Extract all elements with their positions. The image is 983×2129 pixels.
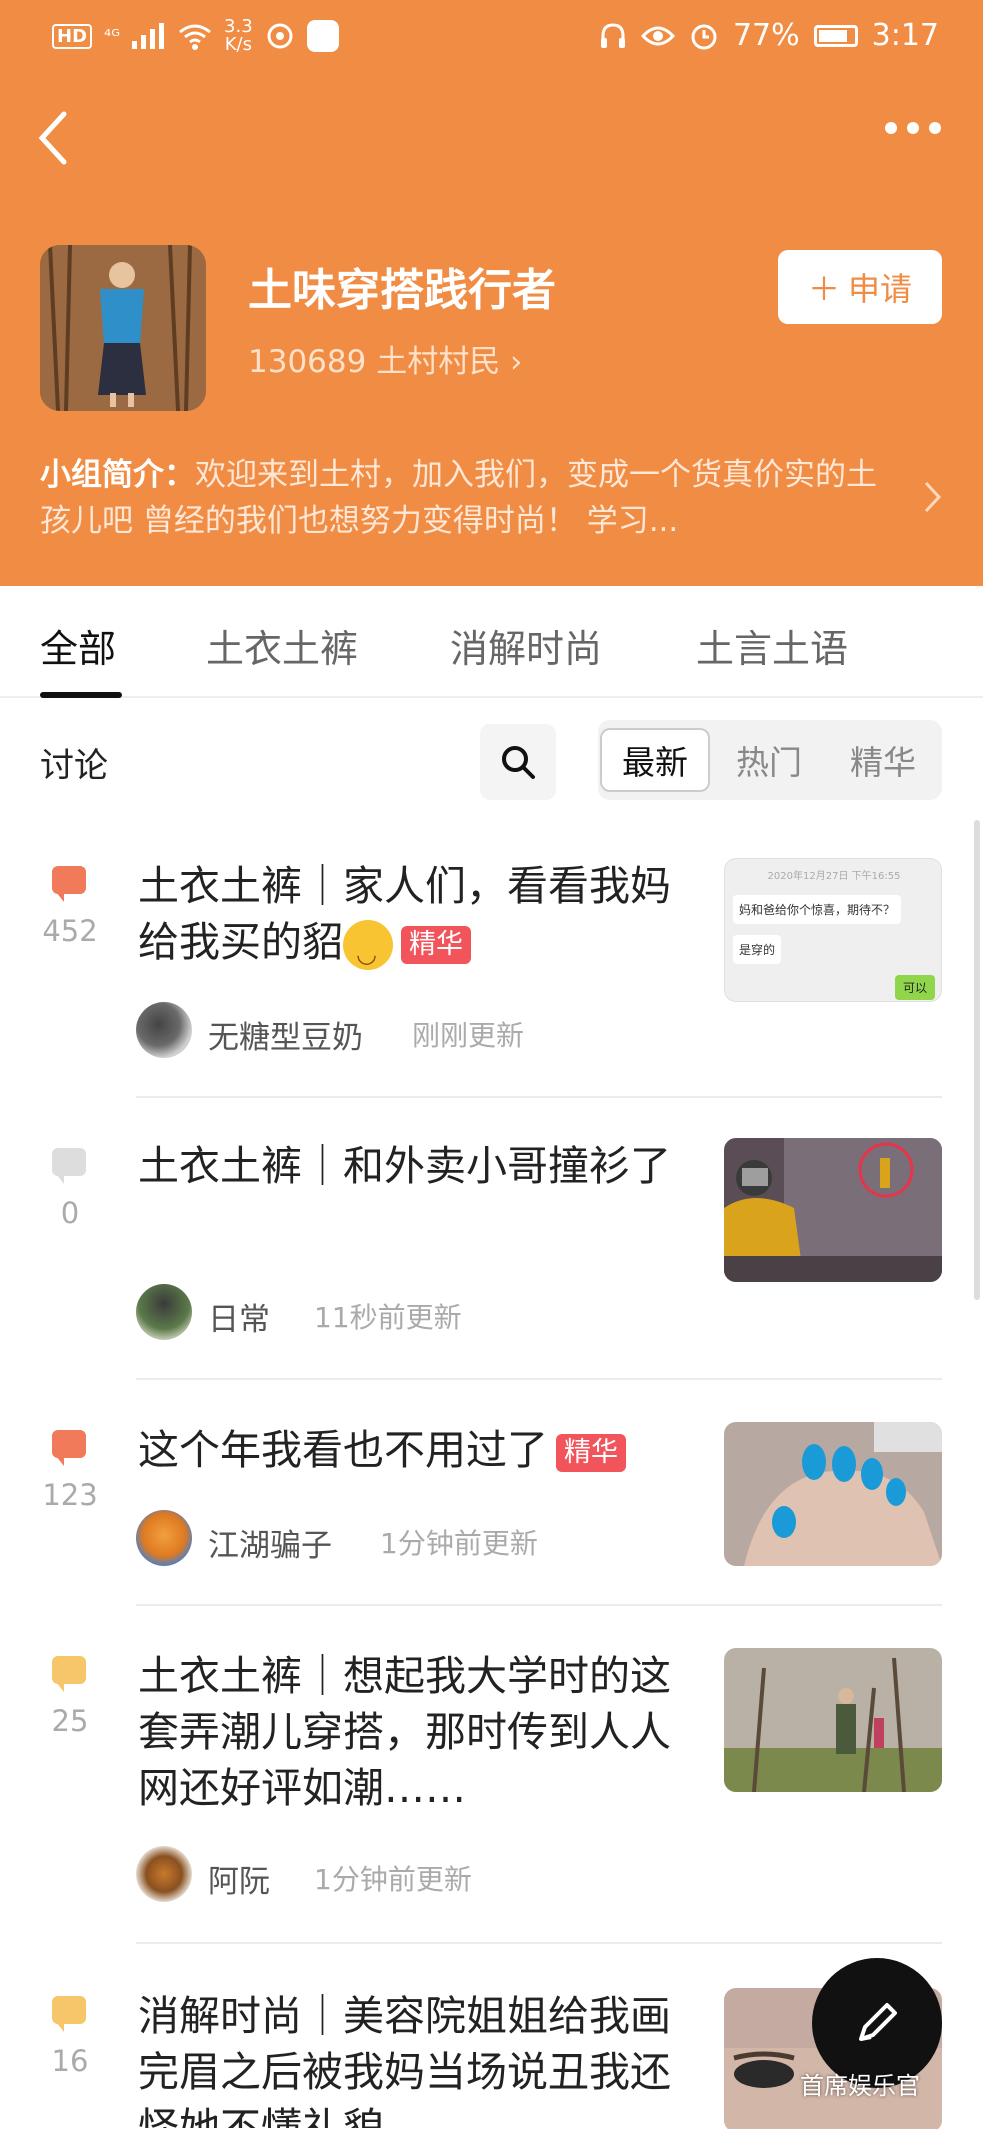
section-label: 讨论 <box>40 746 108 786</box>
chevron-right-icon[interactable] <box>923 480 943 514</box>
battery-icon <box>813 24 858 47</box>
watermark: 首席娱乐官 <box>800 2072 920 2100</box>
featured-badge: 精华 <box>401 926 471 964</box>
comment-count: 0 <box>60 1196 80 1230</box>
group-header: HD ⁴ᴳ 3.3 K/s 77% 3:17 土味穿搭践行者 130689 土村… <box>0 0 983 586</box>
comment-icon <box>52 866 86 902</box>
apply-button[interactable]: ＋ 申请 <box>778 250 942 324</box>
update-time: 1分钟前更新 <box>314 1863 472 1896</box>
battery-percent: 77% <box>732 18 800 53</box>
hugging-emoji-icon <box>343 920 393 982</box>
avatar[interactable] <box>136 1846 192 1902</box>
headphones-icon <box>600 22 625 48</box>
thumb-message: 妈和爸给你个惊喜，期待不？ <box>733 895 902 924</box>
more-options-icon[interactable] <box>885 122 941 134</box>
comment-count: 16 <box>51 2044 89 2078</box>
thumb-message: 可以 <box>894 975 935 1000</box>
post-title: 消解时尚｜美容院姐姐给我画完眉之后被我妈当场说丑我还怪她不懂礼貌 <box>138 1992 671 2128</box>
sort-hot[interactable]: 热门 <box>714 728 824 792</box>
clock: 3:17 <box>871 18 939 53</box>
thumb-date: 2020年12月27日 下午16:55 <box>767 871 901 882</box>
comment-icon <box>52 1996 86 2032</box>
app-icon <box>306 20 339 52</box>
post-title: 土衣土裤｜和外卖小哥撞衫了 <box>138 1142 671 1190</box>
status-bar: HD ⁴ᴳ 3.3 K/s 77% 3:17 <box>0 0 983 72</box>
featured-badge: 精华 <box>556 1434 626 1472</box>
tab-clothes[interactable]: 土衣土裤 <box>206 618 358 673</box>
comment-icon <box>52 1148 86 1184</box>
sort-segment: 最新 热门 精华 <box>598 720 942 800</box>
post-title: 土衣土裤｜家人们，看看我妈给我买的貂精华 <box>138 858 678 982</box>
avatar[interactable] <box>136 1510 192 1566</box>
post-title: 土衣土裤｜想起我大学时的这套弄潮儿穿搭，那时传到人人网还好评如潮…… <box>138 1652 671 1812</box>
weibo-icon <box>267 23 293 49</box>
author-name[interactable]: 阿阮 <box>208 1856 270 1901</box>
group-avatar <box>40 245 206 411</box>
sort-latest[interactable]: 最新 <box>600 728 710 792</box>
group-members[interactable]: 130689 土村村民 › <box>248 336 522 381</box>
filter-bar: 讨论 最新 热门 精华 <box>0 700 983 820</box>
category-tabs: 全部 土衣土裤 消解时尚 土言土语 <box>0 586 983 698</box>
post-thumbnail[interactable] <box>724 1138 942 1282</box>
hd-badge: HD <box>52 23 93 49</box>
tab-talk[interactable]: 土言土语 <box>696 618 848 673</box>
update-time: 刚刚更新 <box>412 1019 525 1052</box>
wifi-icon <box>179 24 211 50</box>
plus-icon: ＋ <box>807 270 840 308</box>
divider <box>136 1378 942 1380</box>
signal-icon <box>132 23 165 49</box>
update-time: 11秒前更新 <box>314 1301 462 1334</box>
post-thumbnail[interactable] <box>724 1648 942 1792</box>
divider <box>136 1604 942 1606</box>
author-name[interactable]: 无糖型豆奶 <box>208 1012 363 1057</box>
author-name[interactable]: 江湖骗子 <box>208 1520 332 1565</box>
scrollbar[interactable] <box>974 820 980 1300</box>
comment-count: 452 <box>42 914 98 948</box>
tab-fashion[interactable]: 消解时尚 <box>450 618 602 673</box>
search-button[interactable] <box>480 724 556 800</box>
divider <box>136 1942 942 1944</box>
group-intro[interactable]: 小组简介：欢迎来到土村，加入我们，变成一个货真价实的土孩儿吧 曾经的我们也想努力… <box>40 452 900 544</box>
search-icon <box>502 746 535 779</box>
sort-featured[interactable]: 精华 <box>828 728 938 792</box>
author-name[interactable]: 日常 <box>208 1294 270 1339</box>
alarm-icon <box>691 24 717 49</box>
update-time: 1分钟前更新 <box>380 1527 538 1560</box>
avatar[interactable] <box>136 1284 192 1340</box>
tab-all[interactable]: 全部 <box>40 618 116 673</box>
post-thumbnail[interactable]: 2020年12月27日 下午16:55 妈和爸给你个惊喜，期待不？ 是穿的 可以 <box>724 858 942 1002</box>
pen-icon <box>859 2003 897 2041</box>
thumb-message: 是穿的 <box>733 935 782 964</box>
back-icon[interactable] <box>34 108 84 168</box>
post-title: 这个年我看也不用过了 精华 <box>138 1422 678 1478</box>
post-thumbnail[interactable] <box>724 1422 942 1566</box>
comment-count: 123 <box>42 1478 98 1512</box>
group-name: 土味穿搭践行者 <box>248 265 556 316</box>
eye-icon <box>640 26 675 45</box>
comment-icon <box>52 1656 86 1692</box>
tab-active-indicator <box>40 692 122 698</box>
comment-icon <box>52 1430 86 1466</box>
comment-count: 25 <box>51 1704 89 1738</box>
avatar[interactable] <box>136 1002 192 1058</box>
network-type: ⁴ᴳ <box>104 25 121 47</box>
net-speed: 3.3 K/s <box>224 16 253 55</box>
divider <box>136 1096 942 1098</box>
